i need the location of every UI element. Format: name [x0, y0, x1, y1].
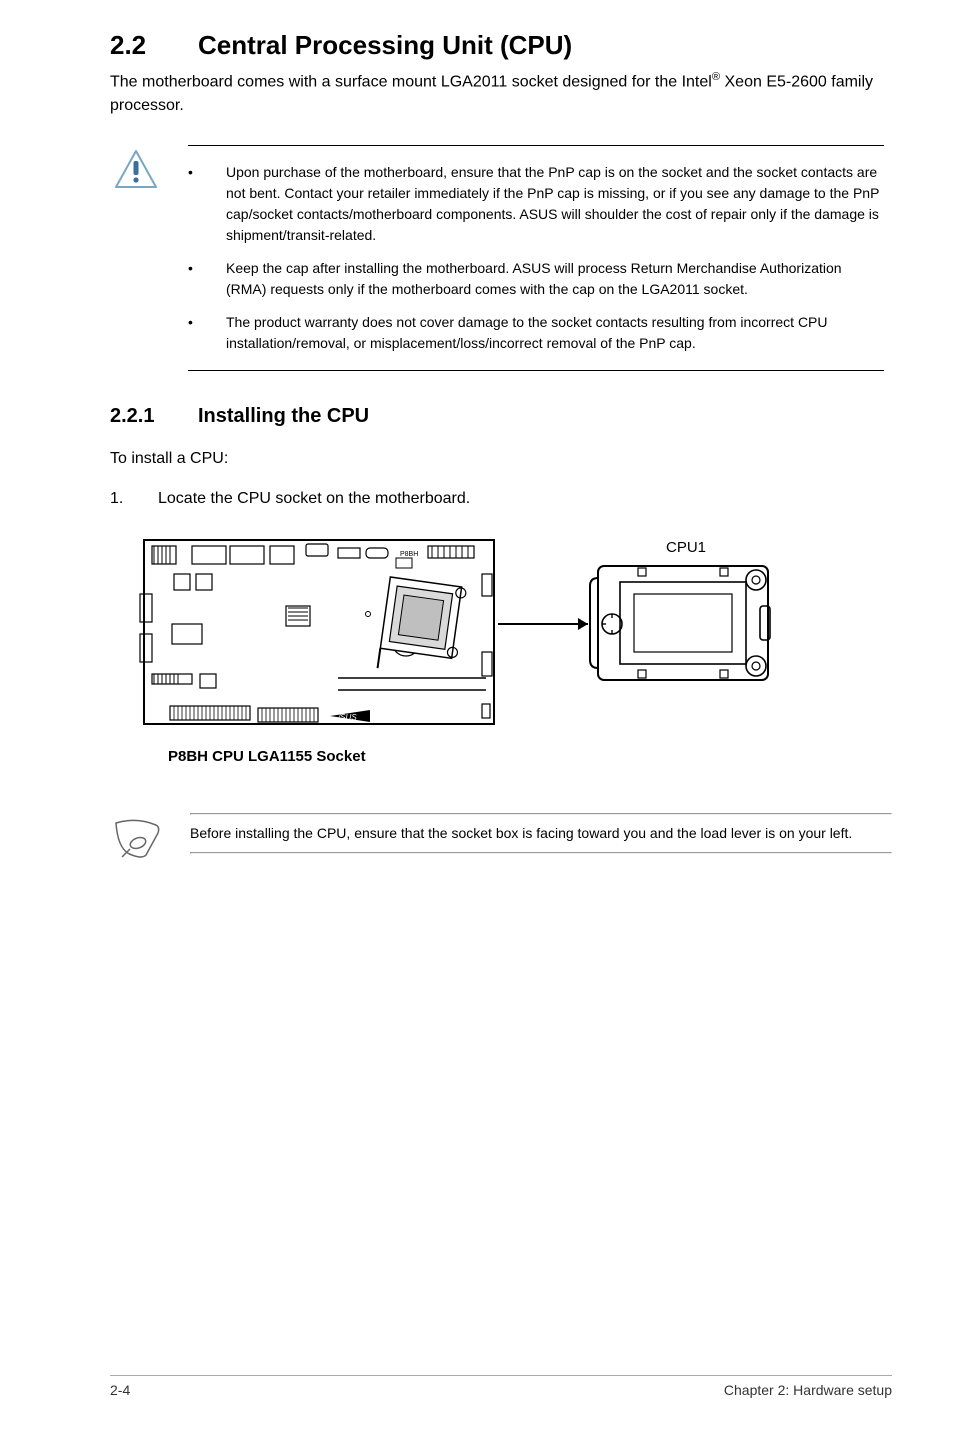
svg-text:P8BH: P8BH	[400, 551, 418, 558]
callout-rule-bottom	[188, 370, 884, 371]
bullet-icon: •	[188, 258, 196, 300]
section-number: 2.2	[110, 30, 198, 61]
subsection-number: 2.2.1	[110, 405, 198, 428]
intro-reg: ®	[712, 71, 720, 83]
warning-item: • Keep the cap after installing the moth…	[188, 252, 884, 306]
warning-item: • The product warranty does not cover da…	[188, 306, 884, 360]
section-intro: The motherboard comes with a surface mou…	[110, 69, 892, 117]
motherboard-figure: P8BH	[138, 534, 892, 765]
note-icon	[112, 813, 162, 864]
svg-text:/SUS: /SUS	[337, 713, 357, 722]
subsection-heading: 2.2.1 Installing the CPU	[110, 405, 892, 428]
subsection-title: Installing the CPU	[198, 405, 369, 428]
warning-item-text: Upon purchase of the motherboard, ensure…	[226, 162, 884, 246]
figure-caption: P8BH CPU LGA1155 Socket	[168, 748, 892, 765]
warning-item-text: Keep the cap after installing the mother…	[226, 258, 884, 300]
note-rule-bottom	[190, 852, 892, 854]
footer-page-number: 2-4	[110, 1382, 130, 1398]
intro-text-pre: The motherboard comes with a surface mou…	[110, 73, 712, 90]
cpu-label-text: CPU1	[666, 539, 706, 556]
bullet-icon: •	[188, 312, 196, 354]
bullet-icon: •	[188, 162, 196, 246]
page-footer: 2-4 Chapter 2: Hardware setup	[110, 1375, 892, 1398]
section-title: Central Processing Unit (CPU)	[198, 30, 572, 61]
subsection-lead: To install a CPU:	[110, 450, 892, 468]
warning-callout: • Upon purchase of the motherboard, ensu…	[110, 145, 892, 371]
step-1: 1. Locate the CPU socket on the motherbo…	[110, 490, 892, 508]
warning-item: • Upon purchase of the motherboard, ensu…	[188, 156, 884, 252]
note-text: Before installing the CPU, ensure that t…	[190, 815, 892, 852]
section-heading: 2.2 Central Processing Unit (CPU)	[110, 30, 892, 61]
warning-icon	[112, 145, 160, 371]
step-number: 1.	[110, 490, 130, 508]
step-text: Locate the CPU socket on the motherboard…	[158, 490, 470, 508]
warning-list: • Upon purchase of the motherboard, ensu…	[188, 146, 884, 370]
footer-chapter: Chapter 2: Hardware setup	[724, 1382, 892, 1398]
warning-item-text: The product warranty does not cover dama…	[226, 312, 884, 354]
note-callout: Before installing the CPU, ensure that t…	[110, 813, 892, 864]
